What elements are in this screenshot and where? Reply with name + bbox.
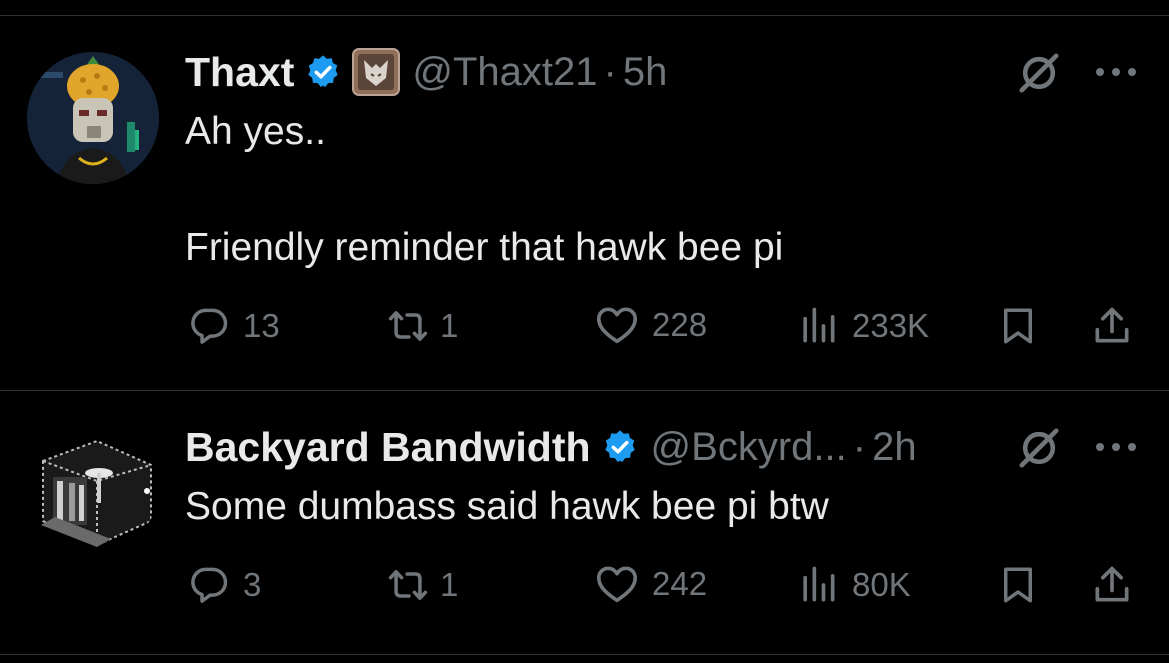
tweet-text: Some dumbass said hawk bee pi btw [185, 485, 829, 528]
tweet-text: Ah yes.. Friendly reminder that hawk bee… [185, 110, 784, 269]
views-count: 233K [852, 307, 930, 344]
repost-count: 1 [440, 566, 459, 603]
tweet-header: Thaxt @Thaxt21 · 5h [185, 48, 667, 96]
views-icon [796, 304, 840, 348]
like-icon [594, 561, 640, 607]
reply-count: 13 [243, 307, 280, 344]
handle[interactable]: @Thaxt21 [412, 50, 597, 95]
views-button[interactable]: 80K [796, 563, 911, 607]
reply-icon [187, 563, 231, 607]
display-name[interactable]: Thaxt [185, 49, 294, 96]
avatar-image [27, 52, 159, 184]
like-button[interactable]: 228 [594, 302, 707, 348]
tweet-header: Backyard Bandwidth @Bckyrd... · 2h [185, 423, 917, 471]
avatar-image [27, 421, 159, 553]
views-count: 80K [852, 566, 911, 603]
like-icon [594, 302, 640, 348]
verified-badge-icon[interactable] [601, 428, 639, 466]
repost-button[interactable]: 1 [384, 563, 458, 607]
tweet-thaxt[interactable]: Thaxt @Thaxt21 · 5h Ah yes.. Friendly re… [0, 0, 1169, 390]
avatar[interactable] [27, 52, 159, 184]
verified-badge-icon[interactable] [304, 53, 342, 91]
like-count: 242 [652, 565, 708, 602]
repost-button[interactable]: 1 [384, 304, 458, 348]
separator: · [852, 424, 867, 469]
handle[interactable]: @Bckyrd... [651, 425, 847, 470]
share-icon[interactable] [1090, 304, 1134, 348]
repost-count: 1 [440, 307, 459, 344]
avatar[interactable] [27, 421, 159, 553]
like-button[interactable]: 242 [594, 561, 707, 607]
timestamp[interactable]: 2h [872, 425, 917, 470]
grok-icon[interactable] [1016, 425, 1062, 471]
reply-icon [187, 304, 231, 348]
like-count: 228 [652, 306, 708, 343]
views-icon [796, 563, 840, 607]
reply-button[interactable]: 3 [187, 563, 261, 607]
tweet-backyard-bandwidth[interactable]: Backyard Bandwidth @Bckyrd... · 2h Some … [0, 391, 1169, 663]
more-icon[interactable] [1094, 441, 1138, 453]
reply-button[interactable]: 13 [187, 304, 280, 348]
repost-icon [384, 304, 432, 348]
share-icon[interactable] [1090, 563, 1134, 607]
more-icon[interactable] [1094, 66, 1138, 78]
separator: · [603, 49, 617, 94]
bottom-divider [0, 654, 1169, 655]
display-name[interactable]: Backyard Bandwidth [185, 424, 591, 471]
repost-icon [384, 563, 432, 607]
timestamp[interactable]: 5h [623, 50, 668, 95]
bookmark-icon[interactable] [997, 303, 1039, 349]
views-button[interactable]: 233K [796, 304, 929, 348]
bookmark-icon[interactable] [997, 562, 1039, 608]
affiliate-badge-icon[interactable] [352, 48, 401, 96]
reply-count: 3 [243, 566, 262, 603]
grok-icon[interactable] [1016, 50, 1062, 96]
